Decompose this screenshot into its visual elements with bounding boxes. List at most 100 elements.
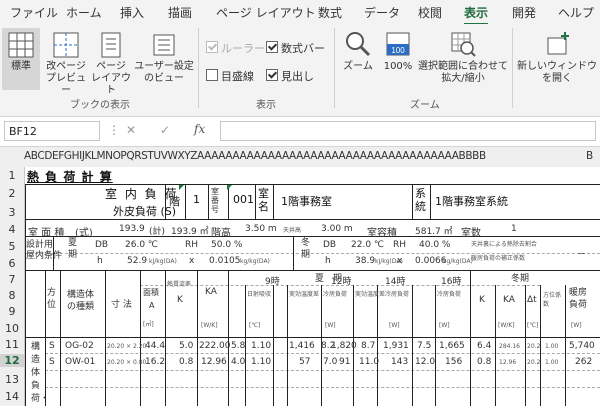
formula-input[interactable] bbox=[220, 121, 596, 141]
new-window-button[interactable]: 新しいウィンドウ を開く bbox=[516, 28, 598, 85]
r11-load-16: 1,665 bbox=[439, 341, 465, 351]
gridlines-checkbox[interactable]: 目盛線 bbox=[206, 68, 254, 84]
row-number[interactable]: 14 bbox=[0, 390, 24, 403]
row-number[interactable]: 1 bbox=[0, 169, 24, 182]
custom-views-label-2: のビュー bbox=[144, 73, 184, 84]
room-volume-label: 室容積 bbox=[367, 228, 397, 239]
formula-bar-checkbox[interactable]: 数式バー bbox=[266, 40, 325, 56]
structure-type-header: 構造体の種類 bbox=[67, 290, 95, 312]
row-number[interactable]: 13 bbox=[0, 373, 24, 386]
checkbox-icon bbox=[206, 69, 218, 81]
r12-load-16: 156 bbox=[445, 357, 463, 367]
area-unit: [㎡] bbox=[143, 321, 154, 328]
grid-line bbox=[412, 285, 413, 406]
row-number[interactable]: 6 bbox=[0, 257, 24, 270]
tab-home[interactable]: ホーム bbox=[66, 4, 102, 21]
row-number[interactable]: 7 bbox=[0, 273, 24, 286]
function-icon[interactable]: fx bbox=[194, 122, 205, 136]
area-header: 面積 bbox=[143, 288, 159, 297]
column-letters-far[interactable]: B bbox=[586, 150, 593, 162]
confirm-icon[interactable]: ✓ bbox=[160, 123, 170, 137]
ruler-checkbox[interactable]: ルーラー bbox=[206, 40, 265, 56]
headings-checkbox[interactable]: 見出し bbox=[266, 68, 314, 84]
tab-data[interactable]: データ bbox=[364, 4, 400, 21]
page-layout-label-1: ページ bbox=[96, 61, 126, 72]
r12-area: 16.2 bbox=[145, 357, 166, 367]
page-layout-view-button[interactable]: ページ レイアウト bbox=[88, 28, 134, 97]
grid-line bbox=[197, 270, 198, 406]
name-box-more-icon[interactable]: ⋮ bbox=[108, 123, 120, 137]
system-label: 系統 bbox=[415, 187, 426, 213]
row-number[interactable]: 3 bbox=[0, 206, 24, 219]
winter-db-value: 22.0 ℃ bbox=[351, 240, 385, 250]
tab-formulas[interactable]: 数式 bbox=[318, 4, 342, 21]
r12-ka: 12.96 bbox=[201, 357, 227, 367]
custom-views-button[interactable]: ユーザー設定 のビュー bbox=[134, 28, 194, 85]
row-number-selected[interactable]: 12 bbox=[0, 354, 24, 367]
humidity-unit: kg/kg(DA) bbox=[443, 258, 473, 265]
name-box[interactable]: BF12 bbox=[4, 121, 100, 141]
grid-line bbox=[273, 285, 274, 406]
grid-line bbox=[45, 353, 600, 354]
new-window-icon bbox=[547, 32, 569, 55]
cancel-icon[interactable]: ✕ bbox=[126, 123, 136, 137]
page-break-preview-button[interactable]: 改ページ プレビュー bbox=[44, 28, 88, 97]
worksheet-grid[interactable]: 熱 負 荷 計 算 室 内 負 荷 外皮負荷 (S) 階 1 室番号 001 室… bbox=[25, 167, 600, 406]
solar-absorption-header: 日射吸収 bbox=[247, 291, 272, 298]
grid-line bbox=[228, 270, 229, 406]
grid-line bbox=[412, 184, 413, 219]
new-window-label-2: を開く bbox=[542, 73, 572, 84]
page-break-label-1: 改ページ bbox=[46, 61, 86, 72]
zoom-button[interactable]: ズーム bbox=[340, 28, 376, 73]
summer-humidity-value: 0.0105 bbox=[209, 256, 241, 266]
row-header-bar: 1 2 3 4 5 6 7 8 9 10 11 12 13 14 bbox=[0, 167, 25, 406]
grid-line bbox=[45, 387, 600, 388]
row-number[interactable]: 10 bbox=[0, 322, 24, 335]
system-value: 1階事務室系統 bbox=[435, 195, 508, 208]
column-letters[interactable]: ABCDEFGHIJKLMNOPQRSTUVWXYZAAAAAAAAAAAAAA… bbox=[24, 150, 486, 162]
row-number[interactable]: 11 bbox=[0, 338, 24, 351]
winter-rh-value: 40.0 % bbox=[419, 240, 451, 250]
floor-value: 1 bbox=[193, 193, 200, 206]
row-number[interactable]: 4 bbox=[0, 223, 24, 236]
summer-db-label: DB bbox=[95, 240, 109, 250]
tab-developer[interactable]: 開発 bbox=[512, 4, 536, 21]
tab-draw[interactable]: 描画 bbox=[168, 4, 192, 21]
show-group-label: 表示 bbox=[256, 100, 276, 111]
normal-view-button[interactable]: 標準 bbox=[2, 28, 40, 90]
r12-load-14: 143 bbox=[391, 357, 409, 367]
row-number[interactable]: 8 bbox=[0, 289, 24, 302]
zoom-100-button[interactable]: 100 100% bbox=[380, 28, 416, 73]
tab-view[interactable]: 表示 bbox=[464, 4, 489, 26]
zoom-to-selection-label-1: 選択範囲に合わせて bbox=[418, 61, 508, 72]
grid-line bbox=[293, 236, 294, 270]
custom-views-icon bbox=[153, 34, 175, 56]
r12-etd-12: 7.0 bbox=[323, 357, 338, 367]
tab-insert[interactable]: 挿入 bbox=[120, 4, 144, 21]
r12-etd-16: 12.0 bbox=[415, 357, 436, 367]
orientation-header: 方位 bbox=[47, 288, 57, 310]
orientation-factor-header: 方位係数 bbox=[543, 292, 562, 308]
grid-line bbox=[25, 236, 600, 237]
r11-load-14: 1,931 bbox=[383, 341, 409, 351]
tab-page-layout[interactable]: ページ レイアウト bbox=[216, 4, 316, 21]
grid-line bbox=[105, 270, 106, 406]
floor-label: 階 bbox=[169, 195, 180, 208]
r11-orientation-factor: 1.00 bbox=[545, 343, 559, 350]
row-number[interactable]: 9 bbox=[0, 305, 24, 318]
row-number[interactable]: 5 bbox=[0, 240, 24, 253]
tab-help[interactable]: ヘルプ bbox=[558, 4, 594, 21]
room-internal-load-label: 室 内 負 荷 bbox=[105, 187, 179, 201]
row-number[interactable]: 2 bbox=[0, 187, 24, 200]
new-window-label-1: 新しいウィンドウ bbox=[517, 61, 597, 72]
normal-view-label: 標準 bbox=[11, 61, 31, 72]
r11-orientation: S bbox=[49, 341, 55, 351]
zoom-to-selection-button[interactable]: 選択範囲に合わせて 拡大/縮小 bbox=[418, 28, 508, 85]
r12-delta-t: 20.2 bbox=[527, 359, 541, 366]
floor-area-total: 193.9 ㎡ bbox=[171, 227, 209, 237]
correction-value: － bbox=[577, 250, 587, 260]
grid-line bbox=[45, 370, 600, 371]
tab-file[interactable]: ファイル bbox=[10, 4, 58, 21]
tab-review[interactable]: 校閲 bbox=[418, 4, 442, 21]
r11-etd-9: 5.8 bbox=[231, 341, 246, 351]
